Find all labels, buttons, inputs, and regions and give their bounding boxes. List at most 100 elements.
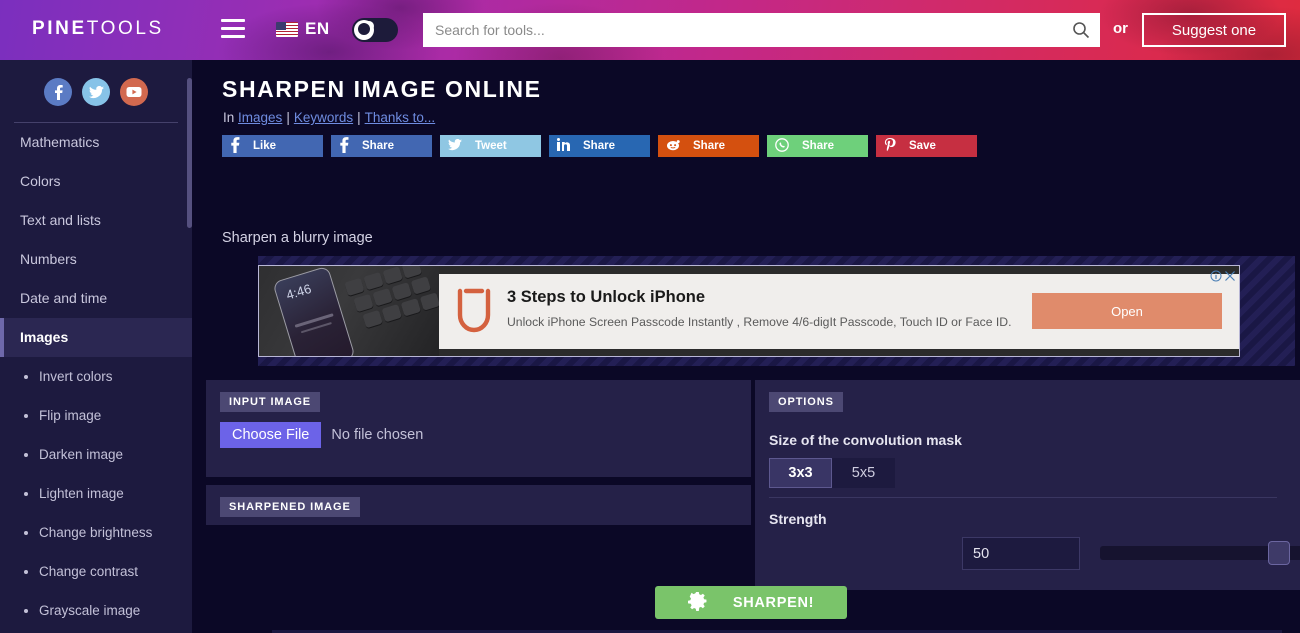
hamburger-icon[interactable] [221,19,245,39]
mask-size-label: Size of the convolution mask [769,432,962,448]
main-content: SHARPEN IMAGE ONLINE In Images | Keywords |… [192,60,1300,633]
twitter-icon[interactable] [82,78,110,106]
adchoices-info-icon[interactable] [1210,269,1222,282]
youtube-icon[interactable] [120,78,148,106]
share-button-label: Tweet [475,140,507,152]
strength-label: Strength [769,511,827,527]
suggest-one-button[interactable]: Suggest one [1142,13,1286,47]
share-button-whatsapp[interactable]: Share [767,135,868,157]
twitter-icon [448,138,462,154]
sidebar-subitem-invert-colors[interactable]: Invert colors [0,357,192,396]
reddit-icon [666,138,680,154]
share-button-facebook-like[interactable]: Like [222,135,323,157]
pinterest-icon [884,137,896,155]
options-badge: OPTIONS [769,392,843,412]
strength-input[interactable] [962,537,1080,570]
logo[interactable]: PINETOOLS [32,18,164,40]
breadcrumb-link-keywords[interactable]: Keywords [294,110,353,125]
file-name-label: No file chosen [331,427,424,443]
share-button-label: Like [253,140,277,152]
sidebar-subitem-label: Change contrast [39,564,139,579]
sidebar: Mathematics Colors Text and lists Numbers Da… [0,60,192,633]
ad-card: 3 Steps to Unlock iPhone Unlock iPhone S… [439,274,1239,349]
sidebar-category-list: Mathematics Colors Text and lists Numbers Da… [0,123,192,357]
ad-open-button[interactable]: Open [1032,293,1222,329]
sidebar-item-date-and-time[interactable]: Date and time [0,279,192,318]
ad-brand-icon [452,288,496,334]
sidebar-subitem-label: Change brightness [39,525,153,540]
ad-zone: 4:46 3 Steps to Unlock iPhone Unlock iPh… [258,256,1295,366]
breadcrumb-link-images[interactable]: Images [238,110,282,125]
bullet-icon [24,413,28,418]
share-button-label: Share [693,140,725,152]
or-label: or [1113,20,1128,37]
share-button-label: Share [802,140,834,152]
close-icon[interactable] [1224,269,1236,281]
ad-keyboard-image [342,266,439,341]
bullet-icon [24,374,28,379]
sidebar-subitem-darken-image[interactable]: Darken image [0,435,192,474]
logo-bold: PINE [32,18,87,39]
page-subtitle: Sharpen a blurry image [222,230,373,246]
language-selector[interactable]: EN [276,19,330,39]
share-button-pinterest[interactable]: Save [876,135,977,157]
mask-size-toggle-group: 3x3 5x5 [769,458,895,488]
ad-phone-image: 4:46 [272,266,356,356]
mask-option-5x5[interactable]: 5x5 [832,458,895,488]
share-button-twitter[interactable]: Tweet [440,135,541,157]
sharpened-image-badge: SHARPENED IMAGE [220,497,360,517]
search-input[interactable] [423,13,1100,47]
bullet-icon [24,491,28,496]
sharpen-button[interactable]: SHARPEN! [655,586,847,619]
choose-file-button[interactable]: Choose File [220,422,322,448]
facebook-icon[interactable] [44,78,72,106]
share-button-reddit[interactable]: Share [658,135,759,157]
sidebar-item-mathematics[interactable]: Mathematics [0,123,192,162]
theme-toggle[interactable] [352,18,398,42]
social-share-buttons: Like Share Tweet Share Share Share Save [222,135,977,157]
us-flag-icon [276,21,298,37]
sidebar-item-images[interactable]: Images [0,318,192,357]
sharpen-button-label: SHARPEN! [732,594,815,611]
sidebar-subitem-label: Darken image [39,447,124,462]
sidebar-subitem-flip-image[interactable]: Flip image [0,396,192,435]
social-links [0,78,192,106]
page-title: SHARPEN IMAGE ONLINE [222,76,542,102]
sidebar-subitem-list: Invert colors Flip image Darken image Light… [0,357,192,630]
moon-icon [354,20,374,40]
ad-photo: 4:46 [259,266,439,356]
whatsapp-icon [775,137,789,155]
share-button-facebook-share[interactable]: Share [331,135,432,157]
file-picker-row: Choose File No file chosen [220,422,423,448]
logo-light: TOOLS [86,18,164,39]
input-image-badge: INPUT IMAGE [220,392,321,412]
advertisement[interactable]: 4:46 3 Steps to Unlock iPhone Unlock iPh… [258,265,1240,357]
sidebar-subitem-change-contrast[interactable]: Change contrast [0,552,192,591]
ad-title: 3 Steps to Unlock iPhone [507,288,706,306]
search-icon[interactable] [1072,21,1090,39]
share-button-label: Share [362,140,394,152]
language-label: EN [305,19,330,38]
app-header: PINETOOLS EN or Suggest one [0,0,1300,60]
sidebar-item-numbers[interactable]: Numbers [0,240,192,279]
share-button-linkedin[interactable]: Share [549,135,650,157]
sidebar-item-colors[interactable]: Colors [0,162,192,201]
options-divider [769,497,1277,498]
share-button-label: Save [909,140,936,152]
sidebar-subitem-grayscale-image[interactable]: Grayscale image [0,591,192,630]
facebook-icon [339,136,349,156]
search-container [423,13,1100,47]
sidebar-subitem-change-brightness[interactable]: Change brightness [0,513,192,552]
strength-slider[interactable] [1100,541,1300,565]
ad-choices [1210,269,1236,282]
breadcrumb-prefix: In [223,110,235,125]
bullet-icon [24,569,28,574]
sidebar-subitem-lighten-image[interactable]: Lighten image [0,474,192,513]
breadcrumb: In Images | Keywords | Thanks to... [223,110,436,125]
breadcrumb-link-thanks[interactable]: Thanks to... [365,110,436,125]
sidebar-item-text-and-lists[interactable]: Text and lists [0,201,192,240]
mask-option-3x3[interactable]: 3x3 [769,458,832,488]
sharpened-image-panel: SHARPENED IMAGE [206,485,751,525]
bullet-icon [24,452,28,457]
strength-slider-thumb[interactable] [1268,541,1290,565]
